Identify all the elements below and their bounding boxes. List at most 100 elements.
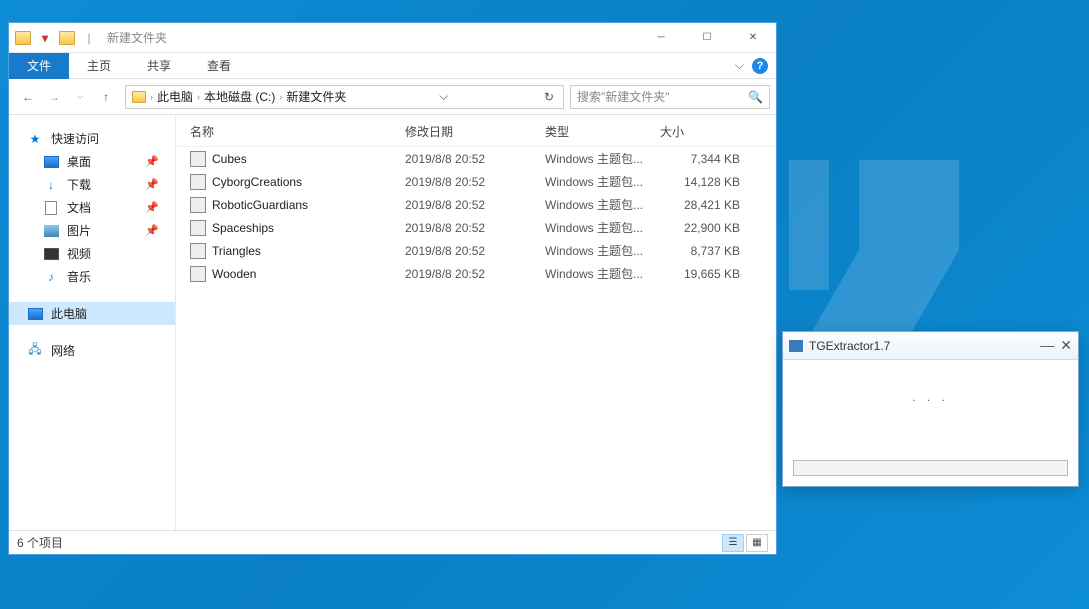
pin-icon: 📌 — [145, 224, 159, 237]
sidebar-music[interactable]: ♪ 音乐 — [9, 265, 175, 288]
file-row[interactable]: RoboticGuardians2019/8/8 20:52Windows 主题… — [176, 193, 776, 216]
close-button[interactable]: ✕ — [730, 23, 776, 53]
search-placeholder: 搜索"新建文件夹" — [577, 88, 670, 105]
sidebar: ★ 快速访问 桌面 📌 ↓ 下载 📌 文档 📌 — [9, 115, 176, 530]
pin-icon: 📌 — [145, 201, 159, 214]
search-input[interactable]: 搜索"新建文件夹" 🔍 — [570, 85, 770, 109]
file-type: Windows 主题包... — [545, 196, 660, 213]
title-bar[interactable]: ▾ | 新建文件夹 ─ ☐ ✕ — [9, 23, 776, 53]
help-icon[interactable]: ? — [752, 58, 768, 74]
file-size: 7,344 KB — [660, 152, 740, 166]
pictures-icon — [43, 223, 59, 239]
breadcrumb-item[interactable]: 此电脑 — [153, 88, 197, 105]
tg-app-icon — [789, 340, 803, 352]
tg-window-title: TGExtractor1.7 — [809, 339, 890, 353]
themepack-icon — [190, 197, 206, 213]
file-type: Windows 主题包... — [545, 265, 660, 282]
sidebar-pictures[interactable]: 图片 📌 — [9, 219, 175, 242]
star-icon: ★ — [27, 131, 43, 147]
quick-access-dropdown[interactable]: ▾ — [35, 28, 55, 48]
file-size: 8,737 KB — [660, 244, 740, 258]
file-size: 19,665 KB — [660, 267, 740, 281]
file-name: Wooden — [212, 267, 405, 281]
document-icon — [43, 200, 59, 216]
file-row[interactable]: Spaceships2019/8/8 20:52Windows 主题包...22… — [176, 216, 776, 239]
file-size: 22,900 KB — [660, 221, 740, 235]
breadcrumb-item[interactable]: 本地磁盘 (C:) — [200, 88, 279, 105]
pc-icon — [27, 306, 43, 322]
file-list-area: 名称 修改日期 类型 大小 Cubes2019/8/8 20:52Windows… — [176, 115, 776, 530]
col-header-date[interactable]: 修改日期 — [405, 123, 545, 140]
nav-recent-dropdown[interactable]: ⌵ — [67, 83, 93, 111]
nav-forward-button[interactable]: → — [41, 83, 67, 111]
file-type: Windows 主题包... — [545, 242, 660, 259]
themepack-icon — [190, 174, 206, 190]
desktop-wallpaper — [789, 160, 1029, 340]
file-name: RoboticGuardians — [212, 198, 405, 212]
sidebar-documents[interactable]: 文档 📌 — [9, 196, 175, 219]
item-count: 6 个项目 — [17, 534, 63, 551]
details-view-button[interactable]: ☰ — [722, 534, 744, 552]
file-name: Cubes — [212, 152, 405, 166]
download-icon: ↓ — [43, 177, 59, 193]
themepack-icon — [190, 266, 206, 282]
themepack-icon — [190, 220, 206, 236]
minimize-button[interactable]: ─ — [638, 23, 684, 53]
file-size: 14,128 KB — [660, 175, 740, 189]
file-name: Spaceships — [212, 221, 405, 235]
sidebar-this-pc[interactable]: 此电脑 — [9, 302, 175, 325]
file-date: 2019/8/8 20:52 — [405, 198, 545, 212]
tg-minimize-button[interactable]: — — [1040, 337, 1054, 354]
sidebar-videos[interactable]: 视频 — [9, 242, 175, 265]
file-row[interactable]: Wooden2019/8/8 20:52Windows 主题包...19,665… — [176, 262, 776, 285]
pin-icon: 📌 — [145, 178, 159, 191]
tg-progress-bar — [793, 460, 1068, 476]
search-icon[interactable]: 🔍 — [748, 90, 763, 104]
ribbon-share-tab[interactable]: 共享 — [129, 53, 189, 79]
sidebar-desktop[interactable]: 桌面 📌 — [9, 150, 175, 173]
sidebar-network[interactable]: 🖧 网络 — [9, 339, 175, 362]
videos-icon — [43, 246, 59, 262]
col-header-type[interactable]: 类型 — [545, 123, 660, 140]
folder-icon — [13, 28, 33, 48]
file-type: Windows 主题包... — [545, 150, 660, 167]
file-type: Windows 主题包... — [545, 173, 660, 190]
window-title: 新建文件夹 — [107, 29, 167, 46]
file-explorer-window: ▾ | 新建文件夹 ─ ☐ ✕ 文件 主页 共享 查看 ⌵ ? ← → ⌵ ↑ … — [8, 22, 777, 555]
refresh-button[interactable]: ↻ — [537, 90, 561, 104]
folder-icon — [57, 28, 77, 48]
ribbon-file-tab[interactable]: 文件 — [9, 53, 69, 79]
file-date: 2019/8/8 20:52 — [405, 152, 545, 166]
col-header-size[interactable]: 大小 — [660, 123, 740, 140]
icons-view-button[interactable]: ▦ — [746, 534, 768, 552]
file-name: CyborgCreations — [212, 175, 405, 189]
file-type: Windows 主题包... — [545, 219, 660, 236]
themepack-icon — [190, 243, 206, 259]
file-size: 28,421 KB — [660, 198, 740, 212]
tg-close-button[interactable]: ✕ — [1060, 337, 1072, 354]
network-icon: 🖧 — [27, 343, 43, 359]
sidebar-quick-access[interactable]: ★ 快速访问 — [9, 127, 175, 150]
file-row[interactable]: CyborgCreations2019/8/8 20:52Windows 主题包… — [176, 170, 776, 193]
file-row[interactable]: Cubes2019/8/8 20:52Windows 主题包...7,344 K… — [176, 147, 776, 170]
ribbon-view-tab[interactable]: 查看 — [189, 53, 249, 79]
address-bar[interactable]: › 此电脑 › 本地磁盘 (C:) › 新建文件夹 ⌵ ↻ — [125, 85, 564, 109]
ribbon-home-tab[interactable]: 主页 — [69, 53, 129, 79]
status-bar: 6 个项目 ☰ ▦ — [9, 530, 776, 554]
breadcrumb-item[interactable]: 新建文件夹 — [282, 88, 350, 105]
sidebar-downloads[interactable]: ↓ 下载 📌 — [9, 173, 175, 196]
tgextractor-window: TGExtractor1.7 — ✕ . . . — [782, 331, 1079, 487]
nav-up-button[interactable]: ↑ — [93, 83, 119, 111]
ribbon-expand-icon[interactable]: ⌵ — [735, 58, 744, 73]
tg-title-bar[interactable]: TGExtractor1.7 — ✕ — [783, 332, 1078, 360]
ribbon-tabs: 文件 主页 共享 查看 ⌵ ? — [9, 53, 776, 79]
file-date: 2019/8/8 20:52 — [405, 267, 545, 281]
nav-bar: ← → ⌵ ↑ › 此电脑 › 本地磁盘 (C:) › 新建文件夹 ⌵ ↻ 搜索… — [9, 79, 776, 115]
themepack-icon — [190, 151, 206, 167]
desktop-icon — [43, 154, 59, 170]
maximize-button[interactable]: ☐ — [684, 23, 730, 53]
column-headers: 名称 修改日期 类型 大小 — [176, 117, 776, 147]
nav-back-button[interactable]: ← — [15, 83, 41, 111]
file-row[interactable]: Triangles2019/8/8 20:52Windows 主题包...8,7… — [176, 239, 776, 262]
col-header-name[interactable]: 名称 — [190, 123, 405, 140]
